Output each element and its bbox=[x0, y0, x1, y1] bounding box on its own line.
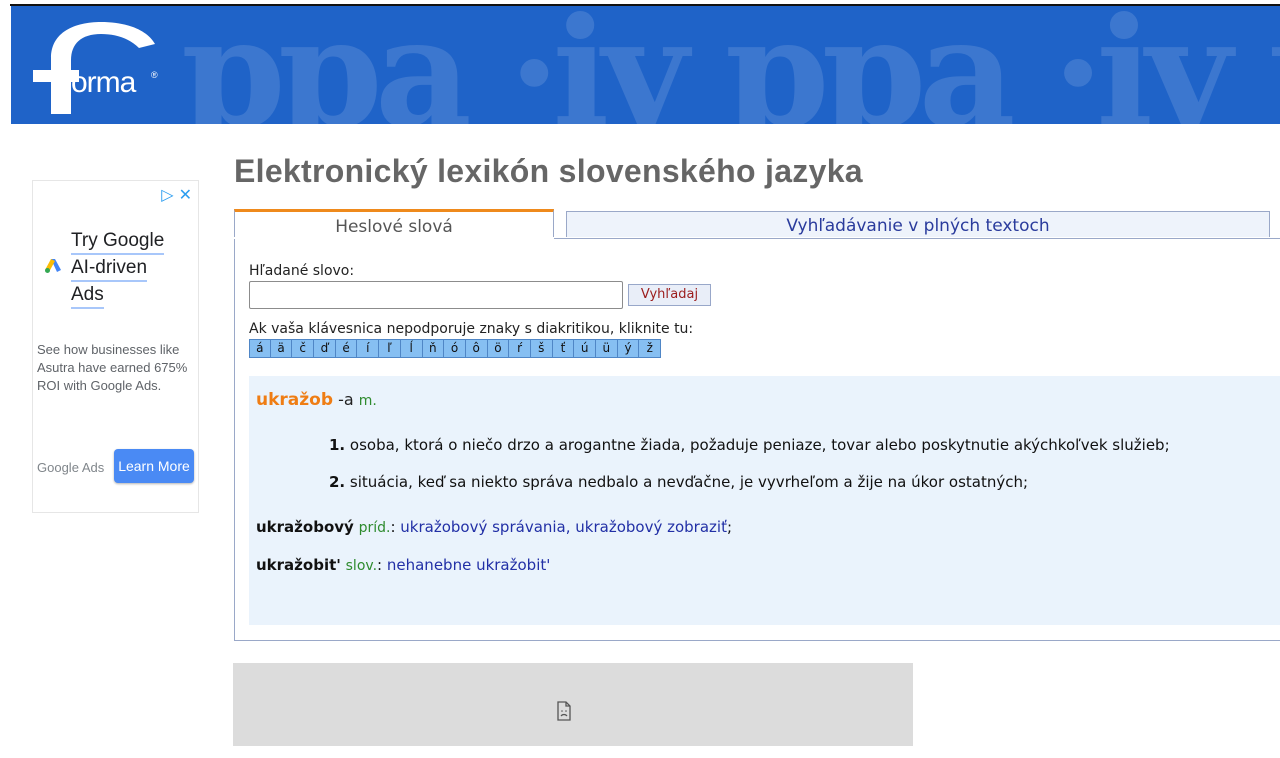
diacritic-key[interactable]: í bbox=[357, 339, 380, 358]
ad-headline[interactable]: Try Google AI-driven Ads bbox=[71, 228, 165, 309]
sense-1: 1. osoba, ktorá o niečo drzo a arogantne… bbox=[329, 436, 1170, 454]
ad-panel[interactable]: ▷ ✕ Try Google AI-driven Ads See how bus… bbox=[32, 180, 199, 513]
diacritic-key[interactable]: ó bbox=[444, 339, 466, 358]
diacritic-key[interactable]: ľ bbox=[379, 339, 401, 358]
sense-number: 1. bbox=[329, 436, 346, 454]
google-ads-logo-icon bbox=[45, 259, 61, 273]
ad-brand: Google Ads bbox=[37, 460, 105, 475]
derivative-end: ; bbox=[726, 518, 733, 536]
diacritic-key[interactable]: ý bbox=[617, 339, 640, 358]
diacritic-key[interactable]: ô bbox=[465, 339, 488, 358]
part-of-speech: m. bbox=[358, 393, 377, 409]
sense-text: situácia, keď sa niekto správa nedbalo a… bbox=[345, 473, 1029, 491]
close-icon[interactable]: ✕ bbox=[179, 185, 192, 204]
derivative-pos: slov. bbox=[345, 558, 378, 574]
adchoices-icon[interactable]: ▷ bbox=[161, 185, 173, 204]
headword-suffix: -a bbox=[333, 390, 359, 409]
diacritic-key[interactable]: č bbox=[292, 339, 315, 358]
diacritic-key[interactable]: é bbox=[335, 339, 358, 358]
sense-number: 2. bbox=[329, 473, 346, 491]
broken-image-icon bbox=[557, 701, 571, 721]
search-button[interactable]: Vyhľadaj bbox=[628, 284, 711, 306]
diacritics-label: Ak vaša klávesnica nepodporuje znaky s d… bbox=[249, 321, 694, 337]
site-banner: ppa ·iy ppa ·iy ppa orma ® bbox=[11, 6, 1280, 124]
diacritic-key[interactable]: á bbox=[249, 339, 271, 358]
sense-text: osoba, ktorá o niečo drzo a arogantne ži… bbox=[345, 436, 1170, 454]
diacritic-key[interactable]: ö bbox=[487, 339, 510, 358]
ad-body: See how businesses like Asutra have earn… bbox=[37, 342, 188, 393]
derivative-1: ukražobový príd.: ukražobový správania, … bbox=[256, 518, 732, 536]
top-line bbox=[0, 0, 1280, 6]
ad-headline-line[interactable]: Try Google bbox=[71, 228, 165, 255]
diacritic-key[interactable]: ü bbox=[596, 339, 618, 358]
diacritic-key[interactable]: š bbox=[530, 339, 553, 358]
derivative-examples: ukražobový správania, ukražobový zobrazi… bbox=[400, 518, 727, 536]
tab-heslove-slova[interactable]: Heslové slová bbox=[234, 209, 554, 239]
diacritic-key[interactable]: ä bbox=[270, 339, 293, 358]
registered-mark: ® bbox=[151, 70, 158, 80]
derivative-separator: : bbox=[377, 556, 387, 574]
entry-header: ukražob -a m. bbox=[256, 390, 377, 410]
derivative-word: ukražobový bbox=[256, 518, 354, 536]
derivative-word: ukražobit' bbox=[256, 556, 341, 574]
page-title: Elektronický lexikón slovenského jazyka bbox=[234, 153, 863, 189]
ad-headline-line[interactable]: AI-driven bbox=[71, 255, 148, 282]
tab-fulltext-search[interactable]: Vyhľadávanie v plných textoch bbox=[566, 211, 1270, 237]
ad-learn-more-button[interactable]: Learn More bbox=[114, 449, 194, 483]
search-label: Hľadané slovo: bbox=[249, 263, 355, 279]
ad-choices-bar[interactable]: ▷ ✕ bbox=[161, 185, 192, 204]
logo-text: orma bbox=[71, 66, 136, 99]
diacritic-key[interactable]: ď bbox=[314, 339, 336, 358]
diacritic-key[interactable]: ž bbox=[639, 339, 662, 358]
derivative-2: ukražobit' slov.: nehanebne ukražobit' bbox=[256, 556, 550, 574]
diacritic-key[interactable]: ť bbox=[552, 339, 575, 358]
diacritic-key[interactable]: ŕ bbox=[509, 339, 531, 358]
diacritic-key[interactable]: ú bbox=[574, 339, 596, 358]
diacritics-keyboard: á ä č ď é í ľ ĺ ň ó ô ö ŕ š ť ú ü ý ž bbox=[249, 339, 662, 358]
search-input[interactable] bbox=[249, 281, 623, 309]
banner-pattern: ppa ·iy ppa ·iy ppa bbox=[181, 6, 1280, 124]
sense-2: 2. situácia, keď sa niekto správa nedbal… bbox=[329, 473, 1028, 491]
site-logo[interactable]: orma ® bbox=[29, 18, 159, 116]
derivative-examples: nehanebne ukražobit' bbox=[386, 556, 551, 574]
derivative-pos: príd. bbox=[358, 520, 391, 536]
diacritic-key[interactable]: ĺ bbox=[400, 339, 423, 358]
dictionary-entry: ukražob -a m. 1. osoba, ktorá o niečo dr… bbox=[249, 376, 1280, 625]
derivative-separator: : bbox=[390, 518, 401, 536]
headword: ukražob bbox=[256, 390, 334, 410]
image-placeholder bbox=[233, 663, 913, 746]
diacritic-key[interactable]: ň bbox=[422, 339, 445, 358]
ad-headline-line[interactable]: Ads bbox=[71, 282, 104, 309]
